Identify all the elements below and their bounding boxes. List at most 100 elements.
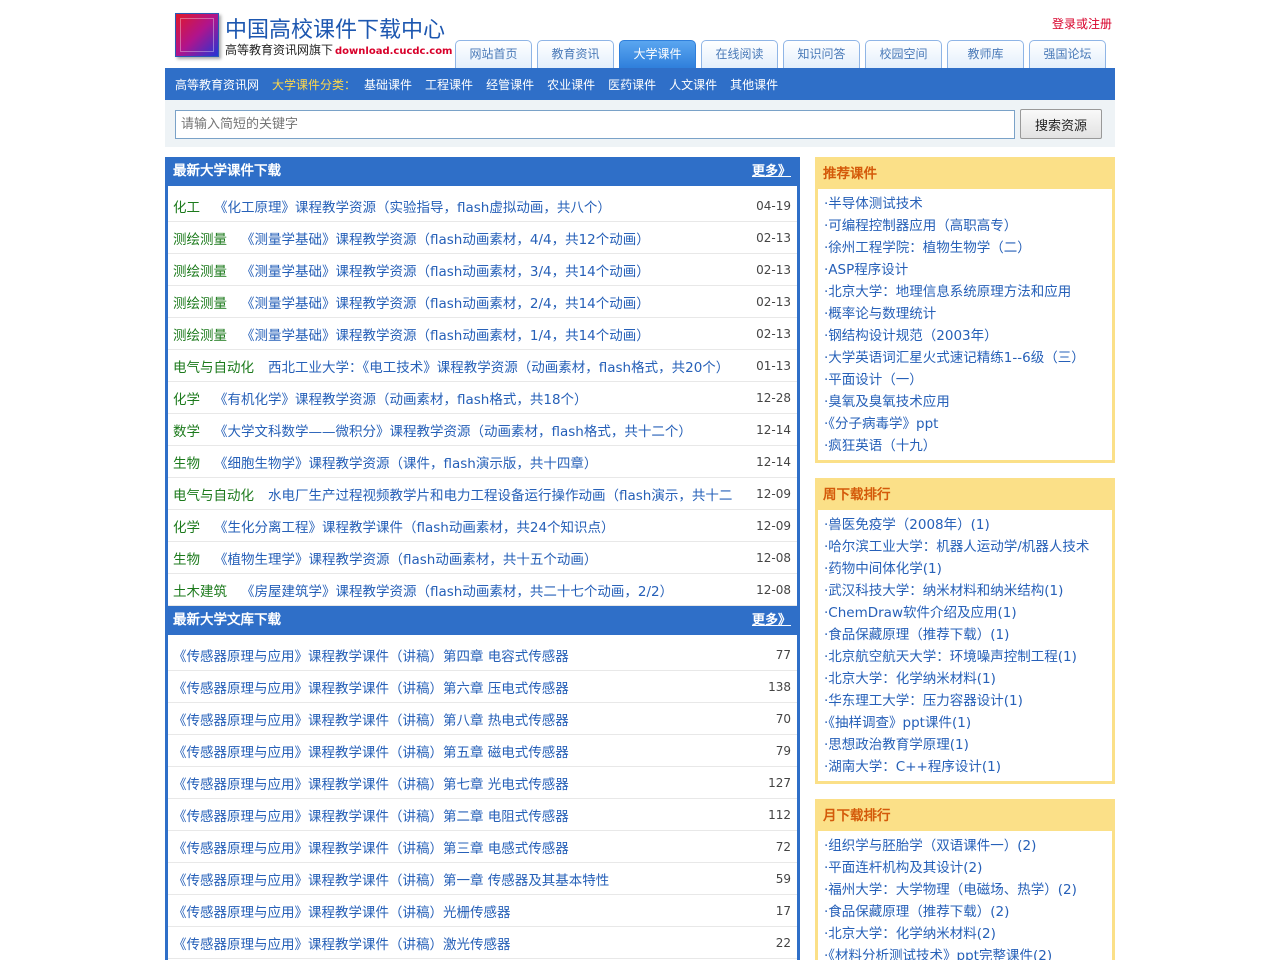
- weekly-item-link[interactable]: ·药物中间体化学(1): [824, 558, 1112, 580]
- weekly-item-link[interactable]: ·湖南大学：C++程序设计(1): [824, 756, 1112, 778]
- nav-tab-qa[interactable]: 知识问答: [783, 40, 860, 68]
- login-link[interactable]: 登录或注册: [1052, 15, 1112, 32]
- library-title-link[interactable]: 《传感器原理与应用》课程教学课件（讲稿）第一章 传感器及其基本特性: [173, 869, 768, 889]
- weekly-item-link[interactable]: ·华东理工大学：压力容器设计(1): [824, 690, 1112, 712]
- courseware-title-link[interactable]: 《细胞生物学》课程教学资源（课件，flash演示版，共十四章）: [214, 452, 748, 472]
- nav-tab-forum[interactable]: 强国论坛: [1029, 40, 1106, 68]
- category-link[interactable]: 化学: [173, 388, 200, 408]
- search-button[interactable]: 搜索资源: [1020, 109, 1102, 139]
- library-title-link[interactable]: 《传感器原理与应用》课程教学课件（讲稿）第六章 压电式传感器: [173, 677, 760, 697]
- recommended-list: ·半导体测试技术 ·可编程控制器应用（高职高专） ·徐州工程学院：植物生物学（二） ·…: [818, 189, 1112, 461]
- subnav-item[interactable]: 其他课件: [730, 76, 778, 93]
- courseware-title-link[interactable]: 《测量学基础》课程教学资源（flash动画素材，3/4，共14个动画）: [241, 260, 748, 280]
- courseware-title-link[interactable]: 《化工原理》课程教学资源（实验指导，flash虚拟动画，共八个）: [214, 196, 748, 216]
- category-link[interactable]: 测绘测量: [173, 292, 227, 312]
- subnav-item[interactable]: 经管课件: [486, 76, 534, 93]
- category-link[interactable]: 生物: [173, 548, 200, 568]
- courseware-title-link[interactable]: 《测量学基础》课程教学资源（flash动画素材，2/4，共14个动画）: [241, 292, 748, 312]
- category-link[interactable]: 电气与自动化: [173, 356, 254, 376]
- courseware-title-link[interactable]: 水电厂生产过程视频教学片和电力工程设备运行操作动画（flash演示，共十二: [268, 484, 748, 504]
- recommended-item-link[interactable]: ·钢结构设计规范（2003年）: [824, 325, 1112, 347]
- recommended-item-link[interactable]: ·疯狂英语（十九）: [824, 435, 1112, 457]
- courseware-title-link[interactable]: 《测量学基础》课程教学资源（flash动画素材，1/4，共14个动画）: [241, 324, 748, 344]
- weekly-item-link[interactable]: ·食品保藏原理（推荐下载）(1): [824, 624, 1112, 646]
- weekly-item-link[interactable]: ·北京航空航天大学：环境噪声控制工程(1): [824, 646, 1112, 668]
- courseware-title-link[interactable]: 《测量学基础》课程教学资源（flash动画素材，4/4，共12个动画）: [241, 228, 748, 248]
- recommended-item-link[interactable]: ·大学英语词汇星火式速记精练1--6级（三）: [824, 347, 1112, 369]
- nav-tab-teachers[interactable]: 教师库: [947, 40, 1024, 68]
- site-logo[interactable]: [175, 13, 219, 57]
- courseware-title-link[interactable]: 《有机化学》课程教学资源（动画素材，flash格式，共18个）: [214, 388, 748, 408]
- subnav-item[interactable]: 医药课件: [608, 76, 656, 93]
- library-title-link[interactable]: 《传感器原理与应用》课程教学课件（讲稿）第二章 电阻式传感器: [173, 805, 760, 825]
- monthly-item-link[interactable]: ·食品保藏原理（推荐下载）(2): [824, 901, 1112, 923]
- courseware-title-link[interactable]: 《生化分离工程》课程教学课件（flash动画素材，共24个知识点）: [214, 516, 748, 536]
- weekly-item-link[interactable]: ·思想政治教育学原理(1): [824, 734, 1112, 756]
- subnav-item[interactable]: 农业课件: [547, 76, 595, 93]
- weekly-item-link[interactable]: ·武汉科技大学：纳米材料和纳米结构(1): [824, 580, 1112, 602]
- more-link[interactable]: 更多》: [752, 606, 791, 635]
- monthly-item-link[interactable]: ·福州大学：大学物理（电磁场、热学）(2): [824, 879, 1112, 901]
- library-title-link[interactable]: 《传感器原理与应用》课程教学课件（讲稿）第四章 电容式传感器: [173, 645, 768, 665]
- download-count: 77: [775, 647, 791, 662]
- recommended-item-link[interactable]: ·臭氧及臭氧技术应用: [824, 391, 1112, 413]
- category-link[interactable]: 化工: [173, 196, 200, 216]
- library-title-link[interactable]: 《传感器原理与应用》课程教学课件（讲稿）第三章 电感式传感器: [173, 837, 768, 857]
- category-link[interactable]: 电气与自动化: [173, 484, 254, 504]
- monthly-item-link[interactable]: ·《材料分析测试技术》ppt完整课件(2): [824, 945, 1112, 960]
- subnav-item[interactable]: 人文课件: [669, 76, 717, 93]
- nav-tab-news[interactable]: 教育资讯: [537, 40, 614, 68]
- monthly-item-link[interactable]: ·平面连杆机构及其设计(2): [824, 857, 1112, 879]
- site-domain[interactable]: download.cucdc.com: [335, 46, 452, 57]
- courseware-title-link[interactable]: 《植物生理学》课程教学资源（flash动画素材，共十五个动画）: [214, 548, 748, 568]
- weekly-item-link[interactable]: ·ChemDraw软件介绍及应用(1): [824, 602, 1112, 624]
- site-subtitle-text: 高等教育资讯网旗下: [225, 43, 334, 57]
- category-link[interactable]: 土木建筑: [173, 580, 227, 600]
- recommended-item-link[interactable]: ·概率论与数理统计: [824, 303, 1112, 325]
- monthly-item-link[interactable]: ·北京大学：化学纳米材料(2): [824, 923, 1112, 945]
- courseware-title-link[interactable]: 西北工业大学：《电工技术》课程教学资源（动画素材，flash格式，共20个）: [268, 356, 748, 376]
- recommended-item-link[interactable]: ·平面设计（一）: [824, 369, 1112, 391]
- weekly-item-link[interactable]: ·哈尔滨工业大学：机器人运动学/机器人技术: [824, 536, 1112, 558]
- search-input[interactable]: [175, 110, 1015, 139]
- category-link[interactable]: 测绘测量: [173, 228, 227, 248]
- courseware-title-link[interactable]: 《大学文科数学——微积分》课程教学资源（动画素材，flash格式，共十二个）: [214, 420, 748, 440]
- nav-tab-reading[interactable]: 在线阅读: [701, 40, 778, 68]
- library-title-link[interactable]: 《传感器原理与应用》课程教学课件（讲稿）第八章 热电式传感器: [173, 709, 768, 729]
- library-list: 《传感器原理与应用》课程教学课件（讲稿）第四章 电容式传感器 77 《传感器原理与应…: [168, 635, 797, 959]
- recommended-item-link[interactable]: ·可编程控制器应用（高职高专）: [824, 215, 1112, 237]
- nav-tab-campus[interactable]: 校园空间: [865, 40, 942, 68]
- category-link[interactable]: 数学: [173, 420, 200, 440]
- nav-tab-home[interactable]: 网站首页: [455, 40, 532, 68]
- recommended-item-link[interactable]: ·《分子病毒学》ppt: [824, 413, 1112, 435]
- weekly-item-link[interactable]: ·兽医免疫学（2008年）(1): [824, 514, 1112, 536]
- subnav-home-link[interactable]: 高等教育资讯网: [175, 76, 259, 93]
- subnav-item[interactable]: 工程课件: [425, 76, 473, 93]
- weekly-item-link[interactable]: ·《抽样调查》ppt课件(1): [824, 712, 1112, 734]
- category-link[interactable]: 测绘测量: [173, 260, 227, 280]
- recommended-item-link[interactable]: ·ASP程序设计: [824, 259, 1112, 281]
- library-title-link[interactable]: 《传感器原理与应用》课程教学课件（讲稿）第五章 磁电式传感器: [173, 741, 768, 761]
- library-title-link[interactable]: 《传感器原理与应用》课程教学课件（讲稿）第七章 光电式传感器: [173, 773, 760, 793]
- recommended-item-link[interactable]: ·北京大学：地理信息系统原理方法和应用: [824, 281, 1112, 303]
- category-link[interactable]: 化学: [173, 516, 200, 536]
- weekly-item-link[interactable]: ·北京大学：化学纳米材料(1): [824, 668, 1112, 690]
- library-title-link[interactable]: 《传感器原理与应用》课程教学课件（讲稿）激光传感器: [173, 933, 768, 953]
- courseware-row: 测绘测量 《测量学基础》课程教学资源（flash动画素材，3/4，共14个动画） 0…: [168, 254, 797, 286]
- more-link[interactable]: 更多》: [752, 157, 791, 186]
- category-link[interactable]: 测绘测量: [173, 324, 227, 344]
- site-title[interactable]: 中国高校课件下载中心: [225, 12, 445, 44]
- library-title-link[interactable]: 《传感器原理与应用》课程教学课件（讲稿）光栅传感器: [173, 901, 768, 921]
- nav-tab-courseware[interactable]: 大学课件: [619, 40, 696, 68]
- recommended-item-link[interactable]: ·半导体测试技术: [824, 193, 1112, 215]
- recommended-item-link[interactable]: ·徐州工程学院：植物生物学（二）: [824, 237, 1112, 259]
- monthly-item-link[interactable]: ·组织学与胚胎学（双语课件一）(2): [824, 835, 1112, 857]
- courseware-title-link[interactable]: 《房屋建筑学》课程教学资源（flash动画素材，共二十七个动画，2/2）: [241, 580, 748, 600]
- category-link[interactable]: 生物: [173, 452, 200, 472]
- weekly-ranking-header: 周下载排行: [818, 481, 1112, 510]
- main-content: 最新大学课件下载 更多》 化工 《化工原理》课程教学资源（实验指导，flash虚拟…: [165, 157, 800, 960]
- site-subtitle: 高等教育资讯网旗下 download.cucdc.com: [225, 41, 452, 58]
- library-row: 《传感器原理与应用》课程教学课件（讲稿）第六章 压电式传感器 138: [168, 671, 797, 703]
- date-label: 04-19: [756, 198, 791, 213]
- subnav-item[interactable]: 基础课件: [364, 76, 412, 93]
